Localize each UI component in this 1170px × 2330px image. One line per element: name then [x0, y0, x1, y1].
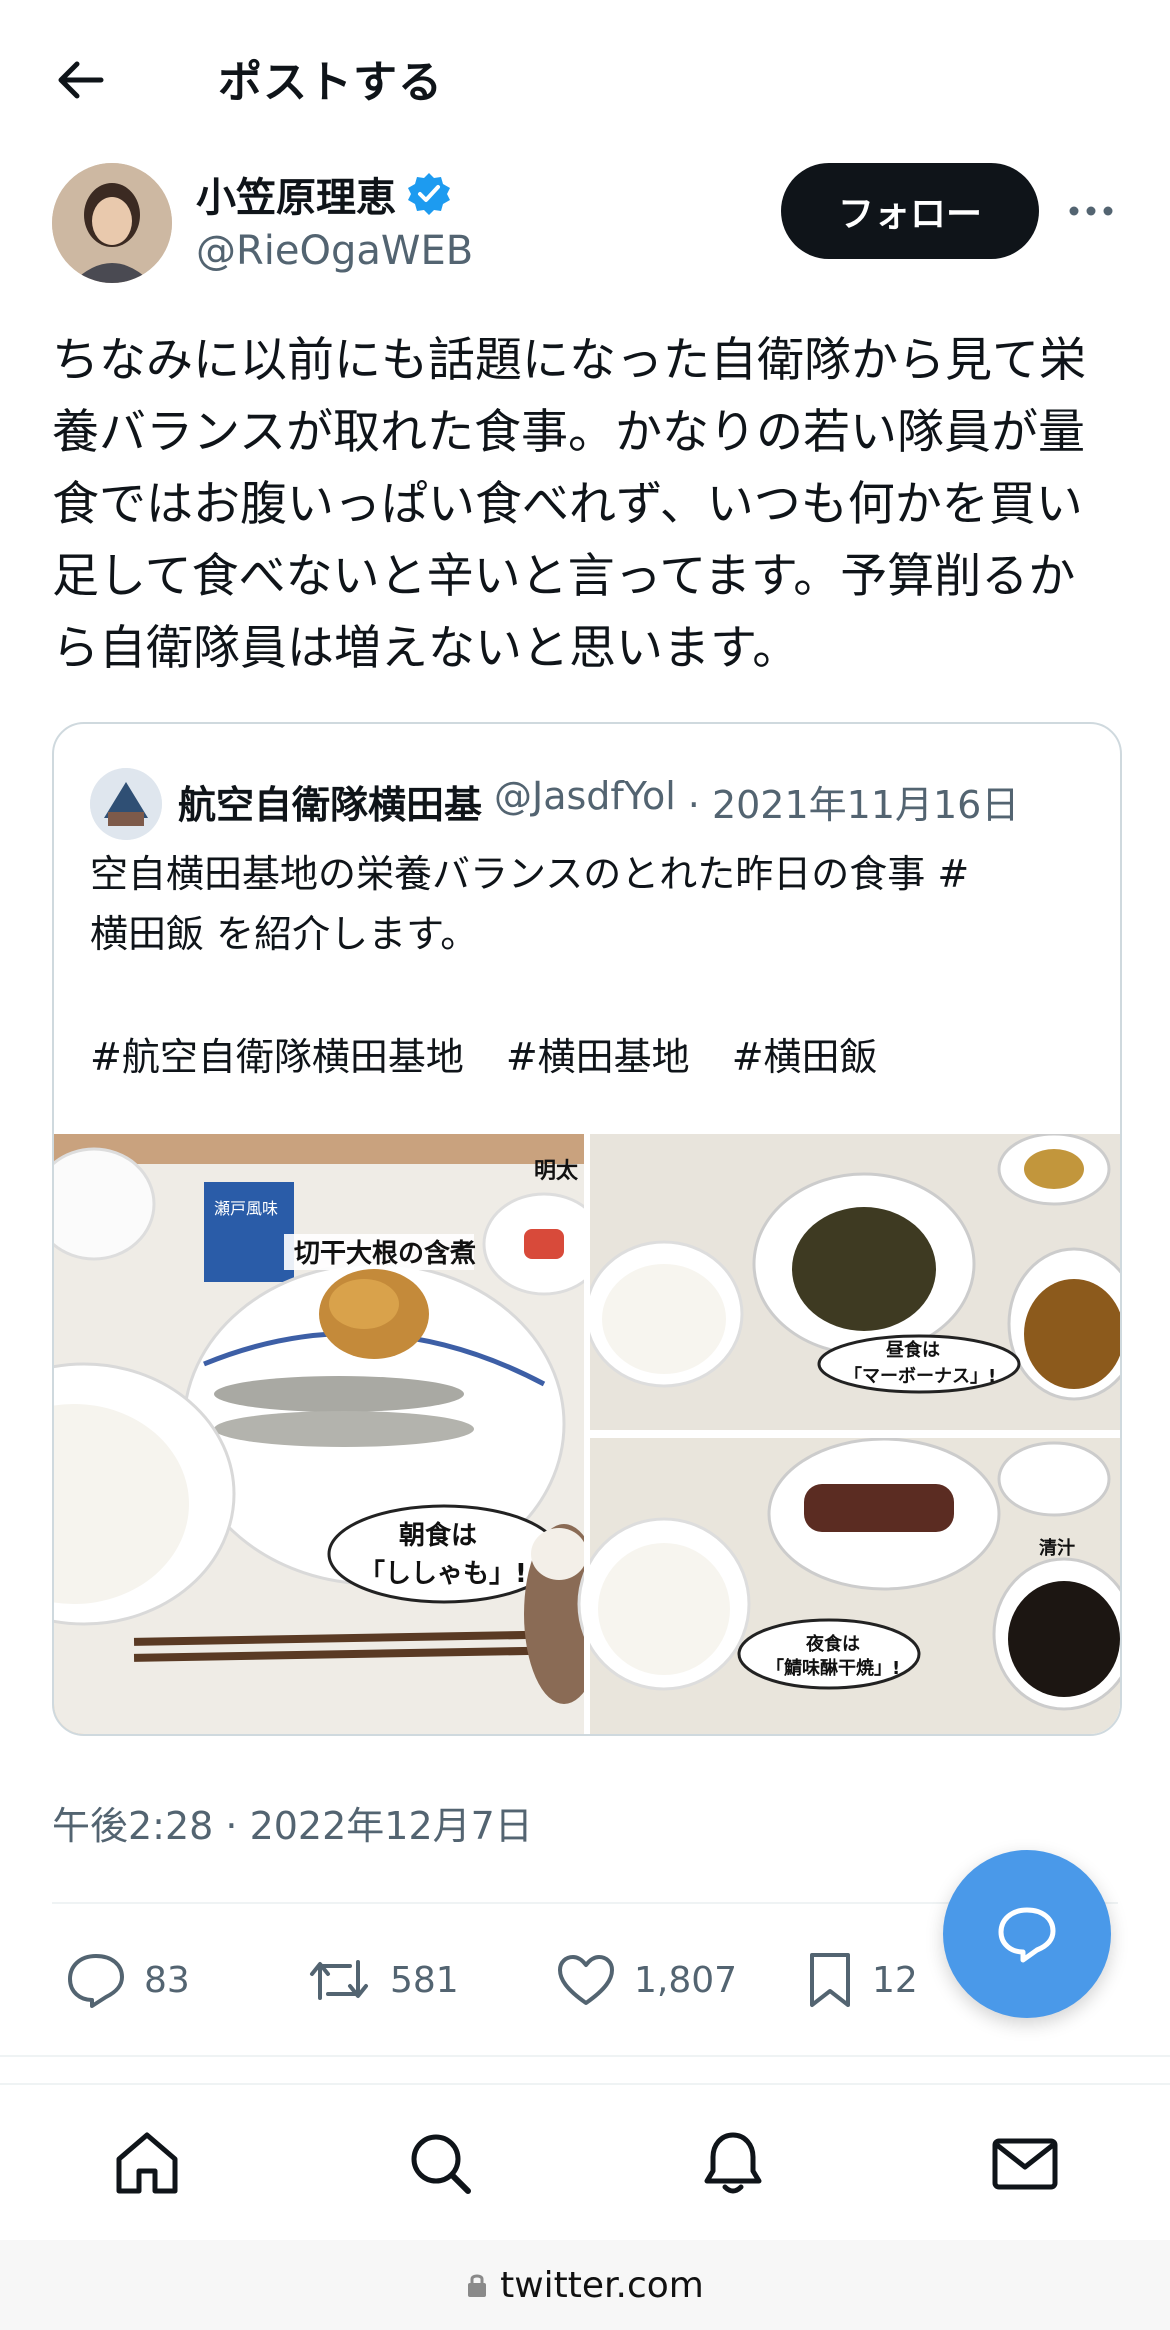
mail-icon [992, 2138, 1058, 2190]
heart-icon [558, 1955, 614, 2005]
quoted-handle: @JasdfYol [494, 774, 676, 818]
bookmark-icon [810, 1953, 850, 2007]
retweet-icon [310, 1960, 368, 2000]
author-handle[interactable]: @RieOgaWEB [196, 228, 473, 274]
compose-reply-button[interactable] [943, 1850, 1111, 2018]
meal-photos: 瀬戸風味 明太 切干大根の含煮 朝食は 「ししゃも」! 昼食は 「マーボーナス」… [54, 1132, 1120, 1734]
quoted-media[interactable]: 瀬戸風味 明太 切干大根の含煮 朝食は 「ししゃも」! 昼食は 「マーボーナス」… [54, 1132, 1120, 1734]
url-text: twitter.com [500, 2264, 704, 2306]
verified-badge-icon [408, 173, 450, 215]
dinner-bubble-line2: 「鯖味醂干焼」! [766, 1657, 900, 1679]
nav-notifications[interactable] [693, 2123, 773, 2203]
divider [0, 2055, 1170, 2057]
like-button[interactable]: 1,807 [556, 1945, 737, 2015]
retweet-count: 581 [390, 1959, 459, 2001]
reply-count: 83 [144, 1959, 190, 2001]
page-title: ポストする [218, 57, 443, 108]
lock-icon [468, 2274, 487, 2297]
hashtag-link[interactable]: #横田基地 [506, 1026, 690, 1081]
breakfast-label: 切干大根の含煮 [294, 1238, 476, 1269]
tweet-timestamp[interactable]: 午後2:28 · 2022年12月7日 [52, 1795, 533, 1850]
quoted-hashtags: #航空自衛隊横田基地 #横田基地 #横田飯 [90, 1026, 878, 1081]
bottom-nav [0, 2083, 1170, 2240]
bookmark-button[interactable]: 12 [806, 1945, 918, 2015]
arrow-left-icon [58, 61, 104, 99]
tweet-text: ちなみに以前にも話題になった自衛隊から見て栄 養バランスが取れた食事。かなりの若… [52, 333, 1086, 676]
reply-button[interactable]: 83 [66, 1945, 190, 2015]
breakfast-bubble-line2: 「ししゃも」! [359, 1558, 527, 1589]
lunch-photo: 昼食は 「マーボーナス」! [584, 1132, 1120, 1430]
nav-search[interactable] [400, 2123, 480, 2203]
back-button[interactable] [40, 40, 120, 120]
search-icon [411, 2134, 471, 2194]
more-options-button[interactable] [1060, 180, 1122, 242]
retweet-button[interactable]: 581 [306, 1945, 459, 2015]
breakfast-photo: 瀬戸風味 明太 切干大根の含煮 朝食は 「ししゃも」! [54, 1134, 606, 1734]
hashtag-link[interactable]: #航空自衛隊横田基地 [90, 1026, 464, 1081]
quoted-avatar [90, 768, 162, 840]
packet-label: 瀬戸風味 [214, 1199, 278, 1218]
quoted-name: 航空自衛隊横田基 [178, 783, 483, 827]
lunch-bubble-line1: 昼食は [886, 1339, 940, 1361]
soup-label: 清汁 [1039, 1537, 1075, 1559]
home-icon [116, 2132, 178, 2194]
bookmark-count: 12 [872, 1959, 918, 2001]
quoted-header: 航空自衛隊横田基 @JasdfYol · 2021年11月16日 [178, 774, 1019, 829]
quoted-tweet[interactable]: 航空自衛隊横田基 @JasdfYol · 2021年11月16日 空自横田基地の… [52, 722, 1122, 1736]
avatar[interactable] [52, 163, 172, 283]
mentaiko-label: 明太 [534, 1159, 579, 1184]
more-icon [1069, 206, 1113, 216]
like-count: 1,807 [634, 1959, 738, 2001]
chat-bubble-icon [998, 1907, 1056, 1963]
reply-icon [68, 1954, 124, 2008]
author-name[interactable]: 小笠原理恵 [196, 165, 396, 223]
quoted-text: 空自横田基地の栄養バランスのとれた昨日の食事 # 横田飯 を紹介します。 [90, 852, 970, 956]
lunch-bubble-line2: 「マーボーナス」! [844, 1365, 996, 1387]
follow-button[interactable]: フォロー [781, 163, 1039, 259]
quoted-date: · 2021年11月16日 [687, 783, 1020, 827]
nav-home[interactable] [107, 2123, 187, 2203]
author-name-row[interactable]: 小笠原理恵 [196, 165, 452, 223]
dinner-photo: 清汁 夜食は 「鯖味醂干焼」! [577, 1437, 1120, 1734]
browser-url-bar[interactable]: twitter.com [0, 2240, 1170, 2330]
hashtag-link[interactable]: #横田飯 [732, 1026, 878, 1081]
nav-messages[interactable] [985, 2123, 1065, 2203]
breakfast-bubble-line1: 朝食は [399, 1520, 477, 1551]
bell-icon [704, 2132, 762, 2194]
dinner-bubble-line1: 夜食は [805, 1633, 860, 1655]
